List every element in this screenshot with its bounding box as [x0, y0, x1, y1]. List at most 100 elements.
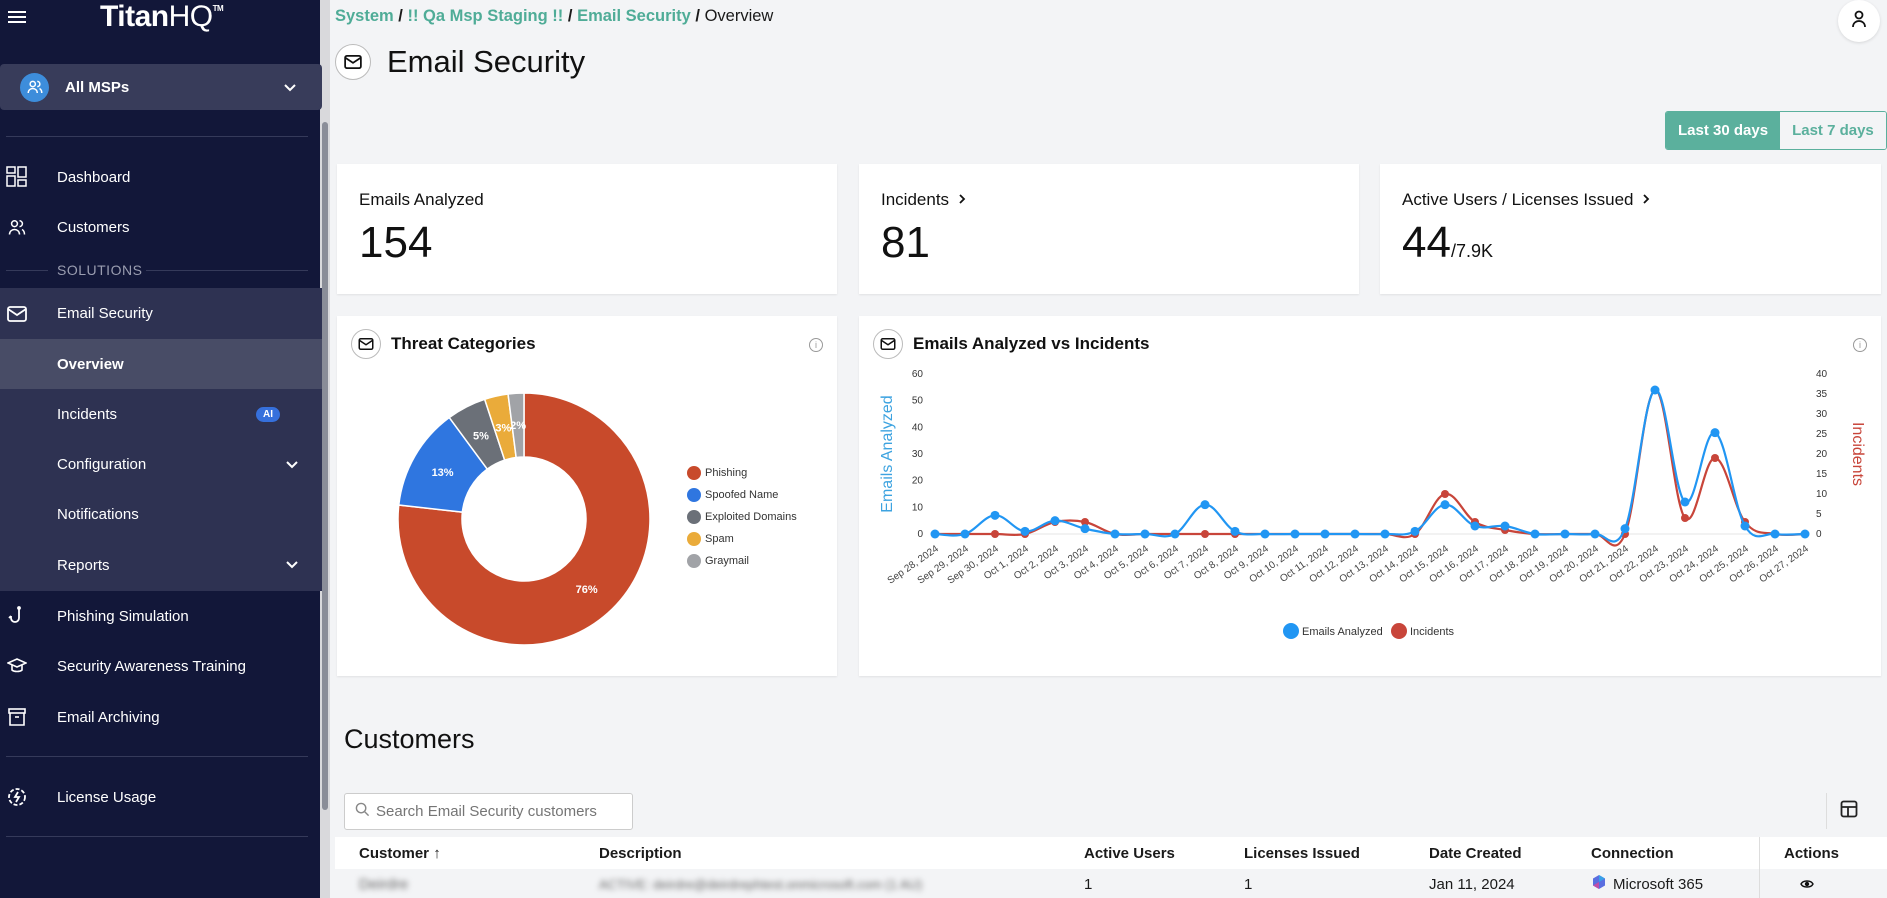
data-point-emails-analyzed[interactable] — [1620, 524, 1630, 534]
active-users-value: 44 — [1402, 218, 1451, 267]
logo-text-light: HQ — [168, 0, 214, 33]
license-usage-icon — [6, 786, 28, 808]
stat-title[interactable]: Incidents — [881, 190, 967, 210]
sidebar-item-incidents[interactable]: Incidents AI — [0, 389, 322, 439]
breadcrumb-link-email-security[interactable]: Email Security — [577, 7, 691, 25]
data-point-incidents[interactable] — [1681, 514, 1689, 522]
breadcrumb: System / !! Qa Msp Staging !! / Email Se… — [335, 7, 773, 26]
column-settings-button[interactable] — [1826, 793, 1870, 829]
data-point-emails-analyzed[interactable] — [1230, 526, 1240, 536]
sidebar-item-label: Email Archiving — [57, 708, 160, 726]
sidebar-item-configuration[interactable]: Configuration — [0, 439, 322, 489]
data-point-emails-analyzed[interactable] — [1500, 521, 1510, 531]
legend-label[interactable]: Incidents — [1410, 626, 1455, 638]
data-point-incidents[interactable] — [1711, 454, 1719, 462]
sidebar-item-security-awareness-training[interactable]: Security Awareness Training — [0, 641, 322, 691]
logo-text-bold: Titan — [100, 0, 169, 33]
last-7-days-button[interactable]: Last 7 days — [1780, 112, 1886, 149]
data-point-emails-analyzed[interactable] — [1680, 497, 1690, 507]
menu-icon[interactable] — [8, 8, 26, 26]
data-point-emails-analyzed[interactable] — [1080, 524, 1090, 534]
customer-search[interactable] — [344, 793, 633, 830]
sidebar-item-license-usage[interactable]: License Usage — [0, 772, 322, 822]
data-point-emails-analyzed[interactable] — [1200, 500, 1210, 510]
data-point-emails-analyzed[interactable] — [1380, 529, 1390, 539]
sidebar-item-notifications[interactable]: Notifications — [0, 489, 322, 539]
data-point-emails-analyzed[interactable] — [1170, 529, 1180, 539]
legend-item[interactable]: Spam — [687, 532, 734, 546]
data-point-incidents[interactable] — [991, 530, 999, 538]
data-point-emails-analyzed[interactable] — [1530, 529, 1540, 539]
data-point-emails-analyzed[interactable] — [930, 529, 940, 539]
data-point-emails-analyzed[interactable] — [1650, 385, 1660, 395]
msp-selector[interactable]: All MSPs — [0, 64, 322, 110]
data-point-emails-analyzed[interactable] — [1020, 526, 1030, 536]
legend-item[interactable]: Exploited Domains — [687, 510, 797, 524]
column-header-licenses-issued[interactable]: Licenses Issued — [1244, 837, 1360, 869]
legend-swatch — [687, 466, 701, 480]
column-divider — [1759, 869, 1760, 898]
column-header-customer[interactable]: Customer ↑ — [359, 837, 441, 869]
data-point-emails-analyzed[interactable] — [1770, 529, 1780, 539]
customer-search-input[interactable] — [376, 803, 616, 820]
column-header-active-users[interactable]: Active Users — [1084, 837, 1175, 869]
users-icon — [20, 72, 49, 102]
sidebar-item-customers[interactable]: Customers — [0, 202, 322, 252]
data-point-emails-analyzed[interactable] — [1140, 529, 1150, 539]
sidebar-divider — [6, 756, 308, 757]
sidebar-item-label: Dashboard — [57, 168, 131, 186]
legend-item[interactable]: Phishing — [687, 466, 747, 480]
donut-slice-label: 76% — [576, 584, 598, 596]
data-point-emails-analyzed[interactable] — [1560, 529, 1570, 539]
data-point-emails-analyzed[interactable] — [1410, 526, 1420, 536]
data-point-emails-analyzed[interactable] — [1440, 500, 1450, 510]
user-menu-button[interactable] — [1838, 0, 1880, 42]
column-header-description[interactable]: Description — [599, 837, 682, 869]
active-users-cell: 1 — [1084, 875, 1093, 893]
data-point-emails-analyzed[interactable] — [1260, 529, 1270, 539]
data-point-emails-analyzed[interactable] — [960, 529, 970, 539]
stat-title[interactable]: Active Users / Licenses Issued — [1402, 190, 1651, 210]
breadcrumb-link-msp[interactable]: !! Qa Msp Staging !! — [407, 7, 563, 25]
data-point-incidents[interactable] — [1441, 490, 1449, 498]
titanhq-logo[interactable]: TitanHQTM — [100, 0, 224, 34]
sidebar-item-email-archiving[interactable]: Email Archiving — [0, 692, 322, 742]
table-row[interactable]: Deirdre ACTIVE: deirdre@deirdrephtest.on… — [335, 869, 1887, 898]
mail-icon — [6, 303, 28, 325]
incidents-card[interactable]: Incidents 81 — [859, 164, 1359, 294]
column-header-connection[interactable]: Connection — [1591, 837, 1674, 869]
data-point-emails-analyzed[interactable] — [1320, 529, 1330, 539]
customer-name[interactable]: Deirdre — [359, 869, 408, 898]
sidebar-item-phishing-simulation[interactable]: Phishing Simulation — [0, 591, 322, 641]
sidebar-scrollbar[interactable] — [322, 122, 328, 810]
legend-item[interactable]: Graymail — [687, 554, 749, 568]
sidebar-divider — [6, 270, 48, 271]
column-divider — [1759, 837, 1760, 869]
view-button[interactable] — [1800, 869, 1814, 898]
stat-value: 81 — [881, 218, 930, 267]
sidebar-item-overview[interactable]: Overview — [0, 339, 322, 389]
last-30-days-button[interactable]: Last 30 days — [1666, 112, 1781, 149]
data-point-emails-analyzed[interactable] — [1800, 529, 1810, 539]
legend-item[interactable]: Spoofed Name — [687, 488, 778, 502]
column-header-date-created[interactable]: Date Created — [1429, 837, 1522, 869]
data-point-emails-analyzed[interactable] — [990, 510, 1000, 520]
sidebar-item-dashboard[interactable]: Dashboard — [0, 152, 322, 202]
legend-swatch[interactable] — [1391, 623, 1407, 639]
data-point-emails-analyzed[interactable] — [1350, 529, 1360, 539]
data-point-emails-analyzed[interactable] — [1110, 529, 1120, 539]
sidebar-item-email-security[interactable]: Email Security — [0, 288, 322, 339]
data-point-emails-analyzed[interactable] — [1050, 516, 1060, 526]
data-point-incidents[interactable] — [1201, 530, 1209, 538]
active-users-card[interactable]: Active Users / Licenses Issued 44/7.9K — [1380, 164, 1881, 294]
sidebar-item-reports[interactable]: Reports — [0, 539, 322, 591]
data-point-emails-analyzed[interactable] — [1470, 521, 1480, 531]
legend-label[interactable]: Emails Analyzed — [1302, 626, 1383, 638]
sidebar-item-label: Reports — [57, 556, 110, 574]
breadcrumb-link-system[interactable]: System — [335, 7, 394, 25]
data-point-emails-analyzed[interactable] — [1290, 529, 1300, 539]
data-point-emails-analyzed[interactable] — [1740, 521, 1750, 531]
legend-swatch[interactable] — [1283, 623, 1299, 639]
data-point-emails-analyzed[interactable] — [1590, 529, 1600, 539]
data-point-emails-analyzed[interactable] — [1710, 428, 1720, 438]
